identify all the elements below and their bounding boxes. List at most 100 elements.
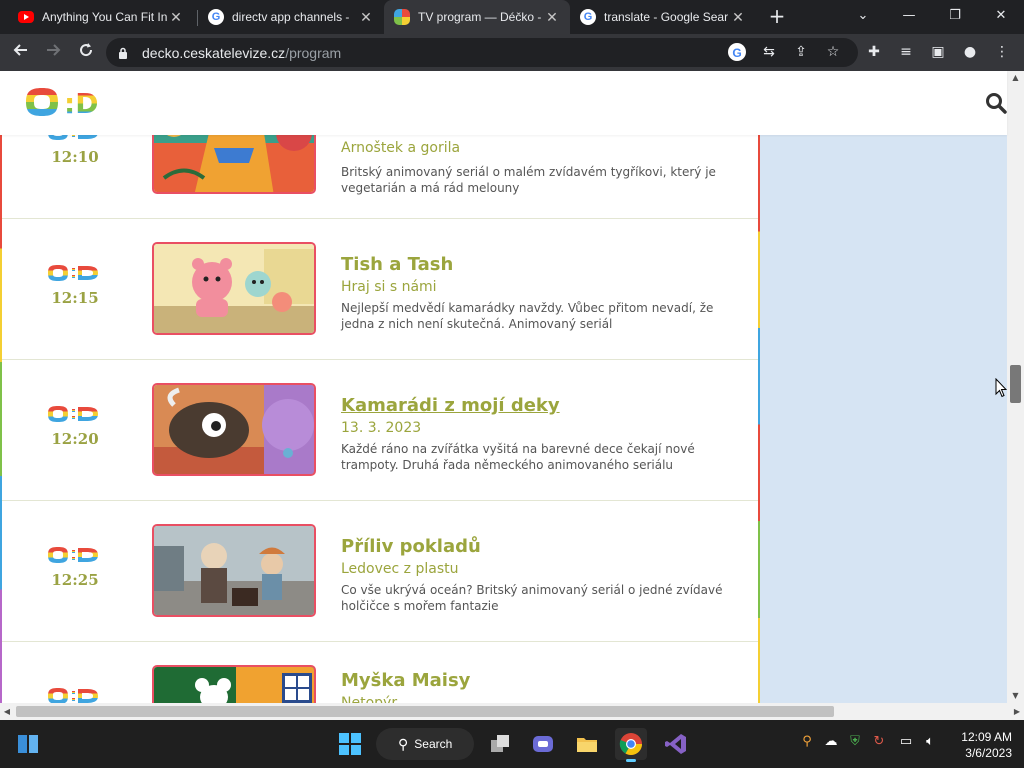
security-shield-icon[interactable]: ⛨ — [845, 734, 865, 754]
profile-icon[interactable]: ● — [960, 42, 980, 62]
close-icon[interactable]: ✕ — [544, 9, 560, 26]
clock-date: 3/6/2023 — [965, 746, 1012, 760]
tab-title: TV program — Déčko - — [418, 10, 542, 24]
decko-channel-icon — [48, 406, 98, 422]
program-title[interactable]: Tish a Tash — [341, 254, 453, 275]
program-row[interactable]: 12:25 Příliv pokladů Ledovec z plastu Co… — [2, 501, 758, 642]
program-thumbnail[interactable] — [152, 524, 316, 617]
program-description: Co vše ukrývá oceán? Britský animovaný s… — [341, 583, 723, 613]
back-button[interactable] — [8, 40, 34, 66]
lock-icon — [119, 47, 127, 59]
onedrive-icon[interactable]: ☁ — [821, 734, 841, 754]
close-icon[interactable]: ✕ — [358, 9, 374, 26]
sync-icon[interactable]: ↻ — [869, 734, 889, 754]
reload-icon — [80, 43, 93, 57]
volume-icon[interactable]: 🔈︎ — [920, 734, 940, 754]
google-icon: G — [208, 9, 224, 25]
priliv-pokladu-thumbnail-image — [154, 526, 314, 615]
scroll-right-arrow-icon[interactable]: ▶ — [1010, 703, 1024, 720]
task-view-icon[interactable] — [484, 728, 516, 760]
windows-logo-icon — [339, 733, 361, 755]
close-icon[interactable]: ✕ — [168, 9, 184, 26]
browser-tab-strip: Anything You Can Fit In ✕ G directv app … — [0, 0, 1024, 34]
translate-icon[interactable]: ⇆ — [759, 42, 779, 62]
program-title[interactable]: Příliv pokladů — [341, 536, 481, 557]
program-list: 12:10 Arnoštek a gorila Britský animovan… — [0, 71, 760, 703]
share-icon[interactable]: ⇪ — [791, 42, 811, 62]
program-row[interactable]: Myška Maisy Netopýr — [2, 642, 758, 703]
new-tab-button[interactable]: + — [766, 5, 788, 27]
scroll-up-arrow-icon[interactable]: ▲ — [1007, 71, 1024, 85]
horizontal-scrollbar[interactable]: ◀ ▶ — [0, 703, 1024, 720]
horizontal-scroll-thumb[interactable] — [16, 706, 834, 717]
network-icon[interactable]: ▭ — [896, 734, 916, 754]
decko-logo[interactable]: :D — [26, 86, 116, 122]
search-icon: ⚲ — [398, 735, 409, 752]
program-row[interactable]: 12:15 Tish a Tash Hraj si s námi Nejlepš — [2, 219, 758, 360]
site-search-button[interactable] — [985, 92, 1007, 114]
program-subtitle: Arnoštek a gorila — [341, 140, 461, 156]
vertical-scroll-thumb[interactable] — [1010, 365, 1021, 403]
menu-icon[interactable]: ⋮ — [992, 42, 1012, 62]
program-time: 12:25 — [51, 571, 99, 589]
myska-maisy-thumbnail-image — [154, 667, 314, 703]
google-lens-icon[interactable]: G — [728, 43, 746, 61]
youtube-icon — [18, 11, 34, 23]
program-time: 12:15 — [51, 289, 99, 307]
program-description: Britský animovaný seriál o malém zvídavé… — [341, 165, 716, 195]
reload-button[interactable] — [73, 40, 99, 66]
start-button[interactable] — [334, 728, 366, 760]
program-title[interactable]: Myška Maisy — [341, 670, 470, 691]
taskbar-search[interactable]: ⚲ Search — [376, 728, 474, 760]
tab-title: Anything You Can Fit In — [42, 10, 168, 24]
scroll-left-arrow-icon[interactable]: ◀ — [0, 703, 14, 720]
window-close-button[interactable]: ✕ — [978, 0, 1024, 34]
url-host: decko.ceskatelevize.cz — [142, 44, 286, 61]
decko-channel-icon — [48, 688, 98, 703]
channel-logo — [48, 264, 104, 290]
visual-studio-icon[interactable] — [660, 728, 692, 760]
file-explorer-icon[interactable] — [571, 728, 603, 760]
chrome-icon[interactable] — [615, 728, 647, 762]
program-subtitle: Netopýr — [341, 695, 398, 703]
vertical-scrollbar[interactable]: ▲ ▼ — [1007, 71, 1024, 703]
mouse-cursor-icon — [995, 378, 1007, 398]
page-viewport: :D 12:10 Arnoštek a gorila Britský animo… — [0, 71, 1024, 703]
clock-time: 12:09 AM — [961, 730, 1012, 744]
taskbar-clock[interactable]: 12:09 AM 3/6/2023 — [948, 729, 1012, 761]
program-subtitle: 13. 3. 2023 — [341, 420, 422, 436]
program-subtitle: Ledovec z plastu — [341, 561, 459, 577]
program-thumbnail[interactable] — [152, 242, 316, 335]
program-description: Každé ráno na zvířátka vyšitá na barevné… — [341, 442, 695, 472]
side-panel-icon[interactable]: ▣ — [928, 42, 948, 62]
program-subtitle: Hraj si s námi — [341, 279, 437, 295]
close-icon[interactable]: ✕ — [730, 9, 746, 26]
task-view-widget-icon[interactable] — [12, 728, 44, 760]
tab-search-button[interactable]: ⌄ — [840, 0, 886, 34]
decko-channel-icon — [48, 265, 98, 281]
program-thumbnail[interactable] — [152, 665, 316, 703]
channel-logo — [48, 405, 104, 431]
program-thumbnail[interactable] — [152, 383, 316, 476]
media-control-icon[interactable]: ≡ — [896, 42, 916, 62]
minimize-button[interactable]: — — [886, 0, 932, 34]
browser-toolbar: decko.ceskatelevize.cz/program G ⇆ ⇪ ☆ ✚… — [0, 34, 1024, 71]
forward-button[interactable] — [40, 40, 66, 66]
search-icon — [986, 93, 1007, 114]
search-tray-icon[interactable]: ⚲ — [797, 734, 817, 754]
tab-youtube[interactable]: Anything You Can Fit In ✕ — [8, 0, 194, 34]
tab-decko-program[interactable]: TV program — Déčko - ✕ — [384, 0, 570, 34]
restore-button[interactable]: ❐ — [932, 0, 978, 34]
url-path: /program — [285, 44, 342, 61]
program-title-link[interactable]: Kamarádi z mojí deky — [341, 395, 560, 416]
bookmark-star-icon[interactable]: ☆ — [823, 42, 843, 62]
side-panel — [760, 135, 1007, 703]
extensions-icon[interactable]: ✚ — [864, 42, 884, 62]
teams-chat-icon[interactable] — [527, 728, 559, 760]
channel-logo — [48, 687, 104, 703]
tab-directv-search[interactable]: G directv app channels - ✕ — [198, 0, 384, 34]
windows-taskbar: ⚲ Search ⚲ ☁ ⛨ ↻ ▭ 🔈︎ 12:09 AM 3/6/2023 — [0, 720, 1024, 768]
program-row[interactable]: 12:20 Kamarádi z mojí deky 13. 3. 2023 K… — [2, 360, 758, 501]
scroll-down-arrow-icon[interactable]: ▼ — [1007, 689, 1024, 703]
tab-translate-search[interactable]: G translate - Google Sear ✕ — [570, 0, 756, 34]
